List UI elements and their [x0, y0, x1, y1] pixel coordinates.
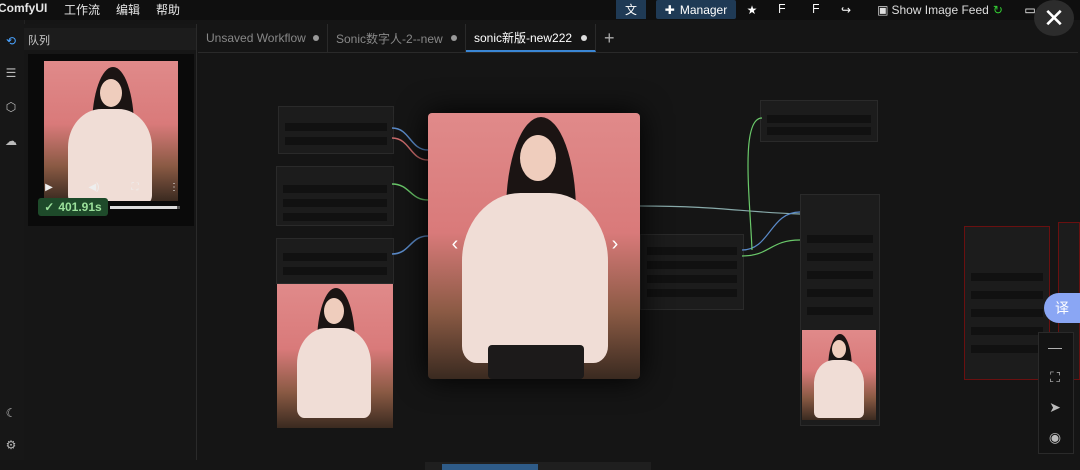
navigate-icon[interactable]: ➤ [1044, 396, 1066, 418]
chevron-right-icon: › [611, 232, 619, 255]
chevron-left-icon: ‹ [451, 232, 459, 255]
next-image-button[interactable]: › [606, 232, 624, 255]
fit-view-icon[interactable]: ⛶ [1044, 366, 1066, 388]
minus-icon[interactable]: — [1044, 336, 1066, 358]
eye-icon[interactable]: ◉ [1044, 426, 1066, 448]
translate-float-button[interactable]: 译 [1044, 293, 1080, 323]
previous-image-button[interactable]: ‹ [446, 232, 464, 255]
close-viewer-button[interactable]: ✕ [1034, 0, 1074, 36]
bottom-toolbar-selected[interactable] [442, 464, 538, 470]
close-icon: ✕ [1043, 2, 1065, 33]
translate-label: 译 [1055, 300, 1069, 316]
